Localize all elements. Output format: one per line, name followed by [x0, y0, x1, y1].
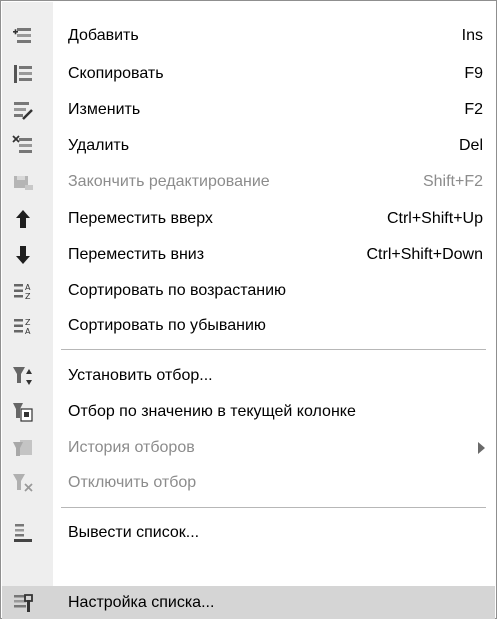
submenu-arrow-icon — [478, 442, 485, 454]
move-up-icon — [12, 208, 34, 230]
svg-text:A: A — [25, 283, 31, 292]
sort-descending-icon: Z A — [12, 315, 34, 337]
menu-item-filter-history[interactable]: История отборов — [2, 430, 495, 465]
filter-history-icon — [12, 437, 34, 459]
menu-item-copy[interactable]: Скопировать F9 — [2, 56, 495, 91]
context-menu: Добавить Ins Скопировать F9 Изменить F2 — [0, 0, 497, 619]
set-filter-icon — [12, 365, 34, 387]
menu-item-sort-ascending[interactable]: A Z Сортировать по возрастанию — [2, 273, 495, 308]
menu-item-label: Сортировать по убыванию — [68, 317, 266, 334]
menu-item-output-list[interactable]: Вывести список... — [2, 515, 495, 550]
add-row-icon — [12, 25, 34, 47]
menu-item-label: Скопировать — [68, 65, 164, 82]
menu-item-label: Переместить вверх — [68, 210, 213, 227]
edit-row-icon — [12, 99, 34, 121]
menu-item-filter-by-value[interactable]: Отбор по значению в текущей колонке — [2, 394, 495, 429]
menu-item-label: Отключить отбор — [68, 474, 197, 491]
menu-item-label: Отбор по значению в текущей колонке — [68, 403, 356, 420]
menu-item-label: Установить отбор... — [68, 367, 213, 384]
menu-item-move-up[interactable]: Переместить вверх Ctrl+Shift+Up — [2, 201, 495, 236]
menu-item-label: Вывести список... — [68, 524, 200, 541]
menu-item-list-settings[interactable]: Настройка списка... — [2, 586, 495, 619]
menu-item-add[interactable]: Добавить Ins — [2, 18, 495, 53]
list-settings-icon — [12, 592, 34, 614]
copy-row-icon — [12, 63, 34, 85]
menu-item-label: Переместить вниз — [68, 246, 205, 263]
menu-item-shortcut: Shift+F2 — [422, 173, 483, 190]
menu-item-shortcut: Ins — [461, 27, 483, 44]
menu-item-label: История отборов — [68, 439, 195, 456]
disable-filter-icon — [12, 472, 34, 494]
delete-row-icon — [12, 135, 34, 157]
menu-item-label: Настройка списка... — [68, 594, 215, 611]
filter-by-value-icon — [12, 401, 34, 423]
menu-item-label: Добавить — [68, 27, 139, 44]
menu-item-move-down[interactable]: Переместить вниз Ctrl+Shift+Down — [2, 237, 495, 272]
menu-item-shortcut: F2 — [464, 101, 483, 118]
menu-item-shortcut: F9 — [464, 65, 483, 82]
menu-item-delete[interactable]: Удалить Del — [2, 128, 495, 163]
menu-item-shortcut: Ctrl+Shift+Up — [386, 210, 483, 227]
sort-ascending-icon: A Z — [12, 280, 34, 302]
output-list-icon — [12, 522, 34, 544]
menu-item-edit[interactable]: Изменить F2 — [2, 92, 495, 127]
menu-item-label: Закончить редактирование — [68, 173, 270, 190]
menu-separator — [61, 349, 486, 350]
menu-item-label: Сортировать по возрастанию — [68, 282, 287, 299]
svg-text:A: A — [25, 327, 31, 336]
menu-item-sort-descending[interactable]: Z A Сортировать по убыванию — [2, 308, 495, 343]
menu-item-finish-editing[interactable]: Закончить редактирование Shift+F2 — [2, 164, 495, 199]
finish-edit-icon — [12, 171, 34, 193]
menu-item-label: Удалить — [68, 137, 130, 154]
menu-item-shortcut: Del — [458, 137, 483, 154]
menu-item-disable-filter[interactable]: Отключить отбор — [2, 465, 495, 500]
menu-item-label: Изменить — [68, 101, 141, 118]
menu-item-shortcut: Ctrl+Shift+Down — [366, 246, 484, 263]
menu-separator — [61, 507, 486, 508]
svg-text:Z: Z — [25, 292, 31, 301]
menu-item-set-filter[interactable]: Установить отбор... — [2, 358, 495, 393]
svg-text:Z: Z — [25, 318, 31, 327]
move-down-icon — [12, 244, 34, 266]
